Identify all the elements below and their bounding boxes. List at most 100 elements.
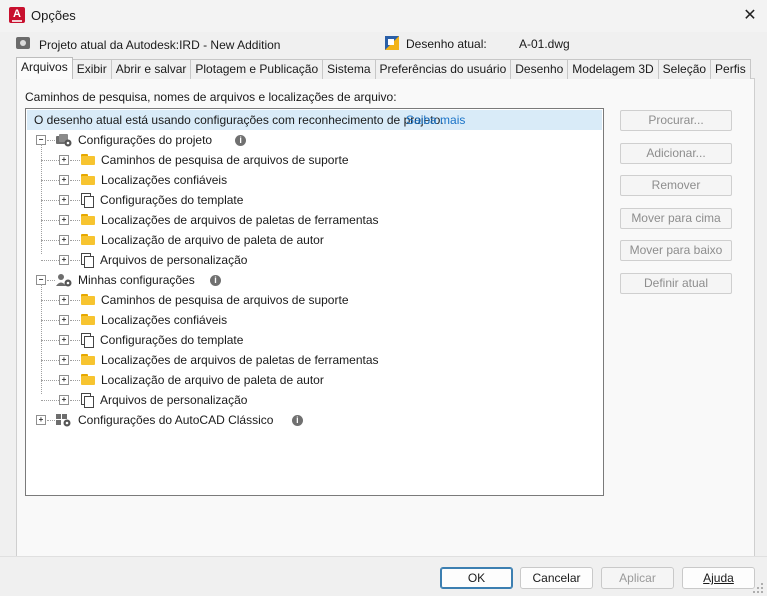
tab-selecao[interactable]: Seleção [657,59,712,79]
tree-item[interactable]: + Configurações do template [26,330,601,350]
procurar-button[interactable]: Procurar... [620,110,732,131]
button-label: Procurar... [648,113,704,127]
tree-group-0[interactable]: − Configurações do projeto i [26,130,601,150]
tree-group-label: Configurações do projeto [78,133,213,147]
tree-connector [41,160,61,161]
expand-icon[interactable]: + [36,415,46,425]
tree-group-2[interactable]: + Configurações do AutoCAD Clássico i [26,410,601,430]
expand-icon[interactable]: + [59,315,69,325]
tab-plotagem-e-publicacao[interactable]: Plotagem e Publicação [190,59,324,79]
apply-button[interactable]: Aplicar [601,567,674,589]
expand-icon[interactable]: + [59,155,69,165]
documents-icon [81,393,94,408]
drawing-icon [385,36,399,50]
tab-abrir-e-salvar[interactable]: Abrir e salvar [110,59,192,79]
tree-item-label: Localizações confiáveis [101,173,228,187]
tree-connector [70,260,80,261]
tab-perfis[interactable]: Perfis [710,59,751,79]
tab-arquivos[interactable]: Arquivos [16,57,73,79]
close-icon[interactable]: ✕ [735,2,765,30]
expand-icon[interactable]: + [59,195,69,205]
title-bar [0,0,767,32]
expand-icon[interactable]: + [59,335,69,345]
expand-icon[interactable]: + [59,395,69,405]
tree-connector [70,320,80,321]
tree-connector [70,340,80,341]
tree-connector [47,140,55,141]
tab-exibir[interactable]: Exibir [71,59,112,79]
tree-item[interactable]: + Caminhos de pesquisa de arquivos de sup… [26,290,601,310]
button-label: Remover [651,178,701,192]
tree-item[interactable]: + Localizações confiáveis [26,310,601,330]
tree-item[interactable]: + Localizações de arquivos de paletas de … [26,350,601,370]
resize-grip-icon[interactable] [752,582,764,594]
mover-para-baixo-button[interactable]: Mover para baixo [620,240,732,261]
tree-group-label: Configurações do AutoCAD Clássico [78,413,274,427]
tree-item[interactable]: + Arquivos de personalização [26,390,601,410]
expand-icon[interactable]: + [59,255,69,265]
info-icon[interactable]: i [235,135,247,146]
tree-connector [70,160,80,161]
expand-icon[interactable]: + [59,375,69,385]
tree-item[interactable]: + Localizações de arquivos de paletas de … [26,210,601,230]
project-settings-icon [56,134,72,147]
tree-connector [70,200,80,201]
expand-icon[interactable]: + [59,215,69,225]
tree-connector [70,220,80,221]
tree-item-label: Localizações confiáveis [101,313,228,327]
ok-button[interactable]: OK [440,567,513,589]
documents-icon [81,333,94,348]
button-label: Mover para baixo [629,243,723,257]
folder-icon [81,314,95,325]
tab-desenho[interactable]: Desenho [510,59,569,79]
remover-button[interactable]: Remover [620,175,732,196]
expand-icon[interactable]: + [59,355,69,365]
folder-icon [81,294,95,305]
tree-connector [41,340,61,341]
project-aware-info-bar: O desenho atual está usando configuraçõe… [27,110,602,130]
cancel-button[interactable]: Cancelar [520,567,593,589]
expand-icon[interactable]: + [59,235,69,245]
folder-icon [81,234,95,245]
info-text: O desenho atual está usando configuraçõe… [34,113,444,127]
tree-connector [70,380,80,381]
expand-icon[interactable]: + [59,175,69,185]
tree-item-label: Caminhos de pesquisa de arquivos de supo… [101,293,349,307]
project-icon [16,37,30,49]
tree-item[interactable]: + Arquivos de personalização [26,250,601,270]
tree-item-label: Arquivos de personalização [100,253,248,267]
tree-connector [70,400,80,401]
definir-atual-button[interactable]: Definir atual [620,273,732,294]
tree-connector [70,300,80,301]
tab-sistema[interactable]: Sistema [322,59,376,79]
tab-modelagem-3d[interactable]: Modelagem 3D [567,59,659,79]
info-icon[interactable]: i [291,415,303,426]
tab-preferencias-do-usuario[interactable]: Preferências do usuário [374,59,512,79]
mover-para-cima-button[interactable]: Mover para cima [620,208,732,229]
button-label: Definir atual [643,276,709,290]
tree-item[interactable]: + Caminhos de pesquisa de arquivos de sup… [26,150,601,170]
documents-icon [81,253,94,268]
classic-settings-icon [56,414,71,427]
tree-connector [41,180,61,181]
tree-item-label: Localização de arquivo de paleta de auto… [101,373,324,387]
tree-item[interactable]: + Configurações do template [26,190,601,210]
tree-item[interactable]: + Localização de arquivo de paleta de aut… [26,370,601,390]
adicionar-button[interactable]: Adicionar... [620,143,732,164]
autocad-app-icon: A [9,7,25,23]
info-icon[interactable]: i [210,275,221,286]
help-button[interactable]: Ajuda [682,567,755,589]
section-label: Caminhos de pesquisa, nomes de arquivos … [25,90,397,104]
tree-item-label: Localizações de arquivos de paletas de f… [101,213,379,227]
tree-item[interactable]: + Localizações confiáveis [26,170,601,190]
file-paths-tree[interactable]: O desenho atual está usando configuraçõe… [25,108,604,496]
tree-item[interactable]: + Localização de arquivo de paleta de aut… [26,230,601,250]
learn-more-link[interactable]: Saiba mais [406,110,465,130]
tree-connector [41,260,61,261]
user-settings-icon [56,274,72,287]
folder-icon [81,354,95,365]
expand-icon[interactable]: + [59,295,69,305]
tree-group-label: Minhas configurações [78,273,195,287]
tree-connector [70,360,80,361]
tree-group-1[interactable]: − Minhas configurações i [26,270,601,290]
